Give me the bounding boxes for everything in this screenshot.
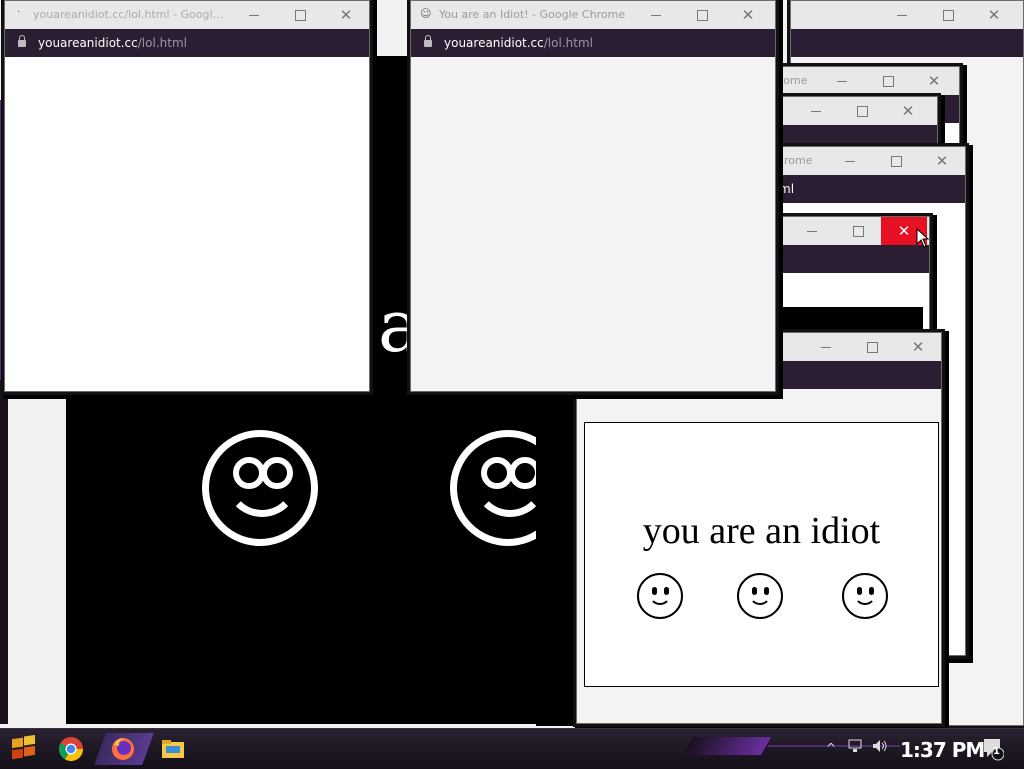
- mouse-cursor-icon: [916, 228, 930, 248]
- maximize-icon[interactable]: [925, 1, 971, 29]
- network-icon[interactable]: [848, 739, 864, 753]
- close-icon[interactable]: ✕: [725, 1, 771, 29]
- window-frame-left: [0, 380, 8, 724]
- firefox-icon[interactable]: [106, 733, 140, 765]
- maximize-icon[interactable]: [849, 333, 895, 361]
- chevron-up-icon[interactable]: ^: [826, 741, 836, 755]
- title-bar[interactable]: ✕: [791, 1, 1023, 29]
- maximize-icon[interactable]: [679, 1, 725, 29]
- desktop: ✕ a rome ✕ ✕ hrome ✕ ml ✕ ✕ you are an i…: [0, 0, 1024, 728]
- window-frame: [536, 392, 580, 726]
- address-bar[interactable]: ml: [771, 175, 965, 203]
- taskbar-accent: [682, 737, 772, 755]
- taskbar-clock[interactable]: 1:37 PM: [900, 738, 985, 762]
- address-bar[interactable]: [771, 245, 929, 273]
- close-icon[interactable]: ✕: [971, 1, 1017, 29]
- minimize-icon[interactable]: [633, 1, 679, 29]
- chrome-window-lol[interactable]: · youareanidiot.cc/lol.html - Googl... ✕…: [4, 0, 370, 392]
- window-title: youareanidiot.cc/lol.html - Googl...: [33, 8, 224, 21]
- volume-icon[interactable]: [872, 739, 888, 753]
- address-bar[interactable]: youareanidiot.cc/lol.html: [5, 29, 369, 57]
- smiley-mouth: [225, 467, 299, 517]
- url-text[interactable]: youareanidiot.cc/lol.html: [38, 36, 187, 50]
- close-icon[interactable]: ✕: [911, 67, 957, 95]
- page-content: [411, 57, 775, 391]
- close-icon[interactable]: ✕: [885, 97, 931, 125]
- minimize-icon[interactable]: [827, 147, 873, 175]
- maximize-icon[interactable]: [277, 1, 323, 29]
- minimize-icon[interactable]: [819, 67, 865, 95]
- address-bar[interactable]: [791, 29, 1023, 57]
- maximize-icon[interactable]: [839, 97, 885, 125]
- close-icon[interactable]: ✕: [919, 147, 965, 175]
- window-title: hrome: [777, 154, 813, 167]
- smiley-face: [202, 430, 318, 546]
- maximize-icon[interactable]: [865, 67, 911, 95]
- url-text[interactable]: youareanidiot.cc/lol.html: [444, 36, 593, 50]
- idiot-heading: you are an idiot: [642, 510, 881, 552]
- frame-accent: [0, 100, 3, 400]
- page-content: [5, 57, 369, 391]
- title-bar[interactable]: ☺ You are an Idiot! - Google Chrome ✕: [411, 1, 775, 29]
- window-title: You are an Idiot! - Google Chrome: [439, 8, 626, 21]
- taskbar: ^ 1:37 PM 1: [0, 728, 1024, 769]
- minimize-icon[interactable]: [879, 1, 925, 29]
- lock-icon[interactable]: [18, 35, 26, 47]
- minimize-icon[interactable]: [231, 1, 277, 29]
- minimize-icon[interactable]: [803, 333, 849, 361]
- close-icon[interactable]: ✕: [895, 333, 941, 361]
- smiley-face: [737, 573, 783, 619]
- maximize-icon[interactable]: [873, 147, 919, 175]
- title-bar[interactable]: hrome ✕: [771, 147, 965, 175]
- close-icon[interactable]: ✕: [323, 1, 369, 29]
- address-bar[interactable]: youareanidiot.cc/lol.html: [411, 29, 775, 57]
- lock-icon[interactable]: [424, 35, 432, 47]
- chrome-window-idiot[interactable]: ☺ You are an Idiot! - Google Chrome ✕ yo…: [410, 0, 776, 392]
- title-bar[interactable]: · youareanidiot.cc/lol.html - Googl... ✕: [5, 1, 369, 29]
- title-bar[interactable]: ✕: [771, 217, 929, 245]
- minimize-icon[interactable]: [793, 97, 839, 125]
- window-title: rome: [779, 74, 808, 87]
- smiley-face: [637, 573, 683, 619]
- idiot-card: you are an idiot: [584, 422, 939, 687]
- minimize-icon[interactable]: [789, 217, 835, 245]
- smiley-favicon-icon: ☺: [420, 7, 432, 20]
- chrome-icon[interactable]: [54, 733, 88, 765]
- maximize-icon[interactable]: [835, 217, 881, 245]
- url-text[interactable]: ml: [779, 182, 794, 196]
- black-band: [771, 307, 923, 333]
- file-explorer-icon[interactable]: [156, 733, 190, 765]
- loading-favicon-icon: ·: [17, 7, 21, 18]
- title-bar[interactable]: rome ✕: [771, 67, 959, 95]
- smiley-face: [842, 573, 888, 619]
- notification-count: 1: [993, 746, 1000, 757]
- title-bar[interactable]: ✕: [771, 97, 937, 125]
- start-icon[interactable]: [6, 733, 40, 765]
